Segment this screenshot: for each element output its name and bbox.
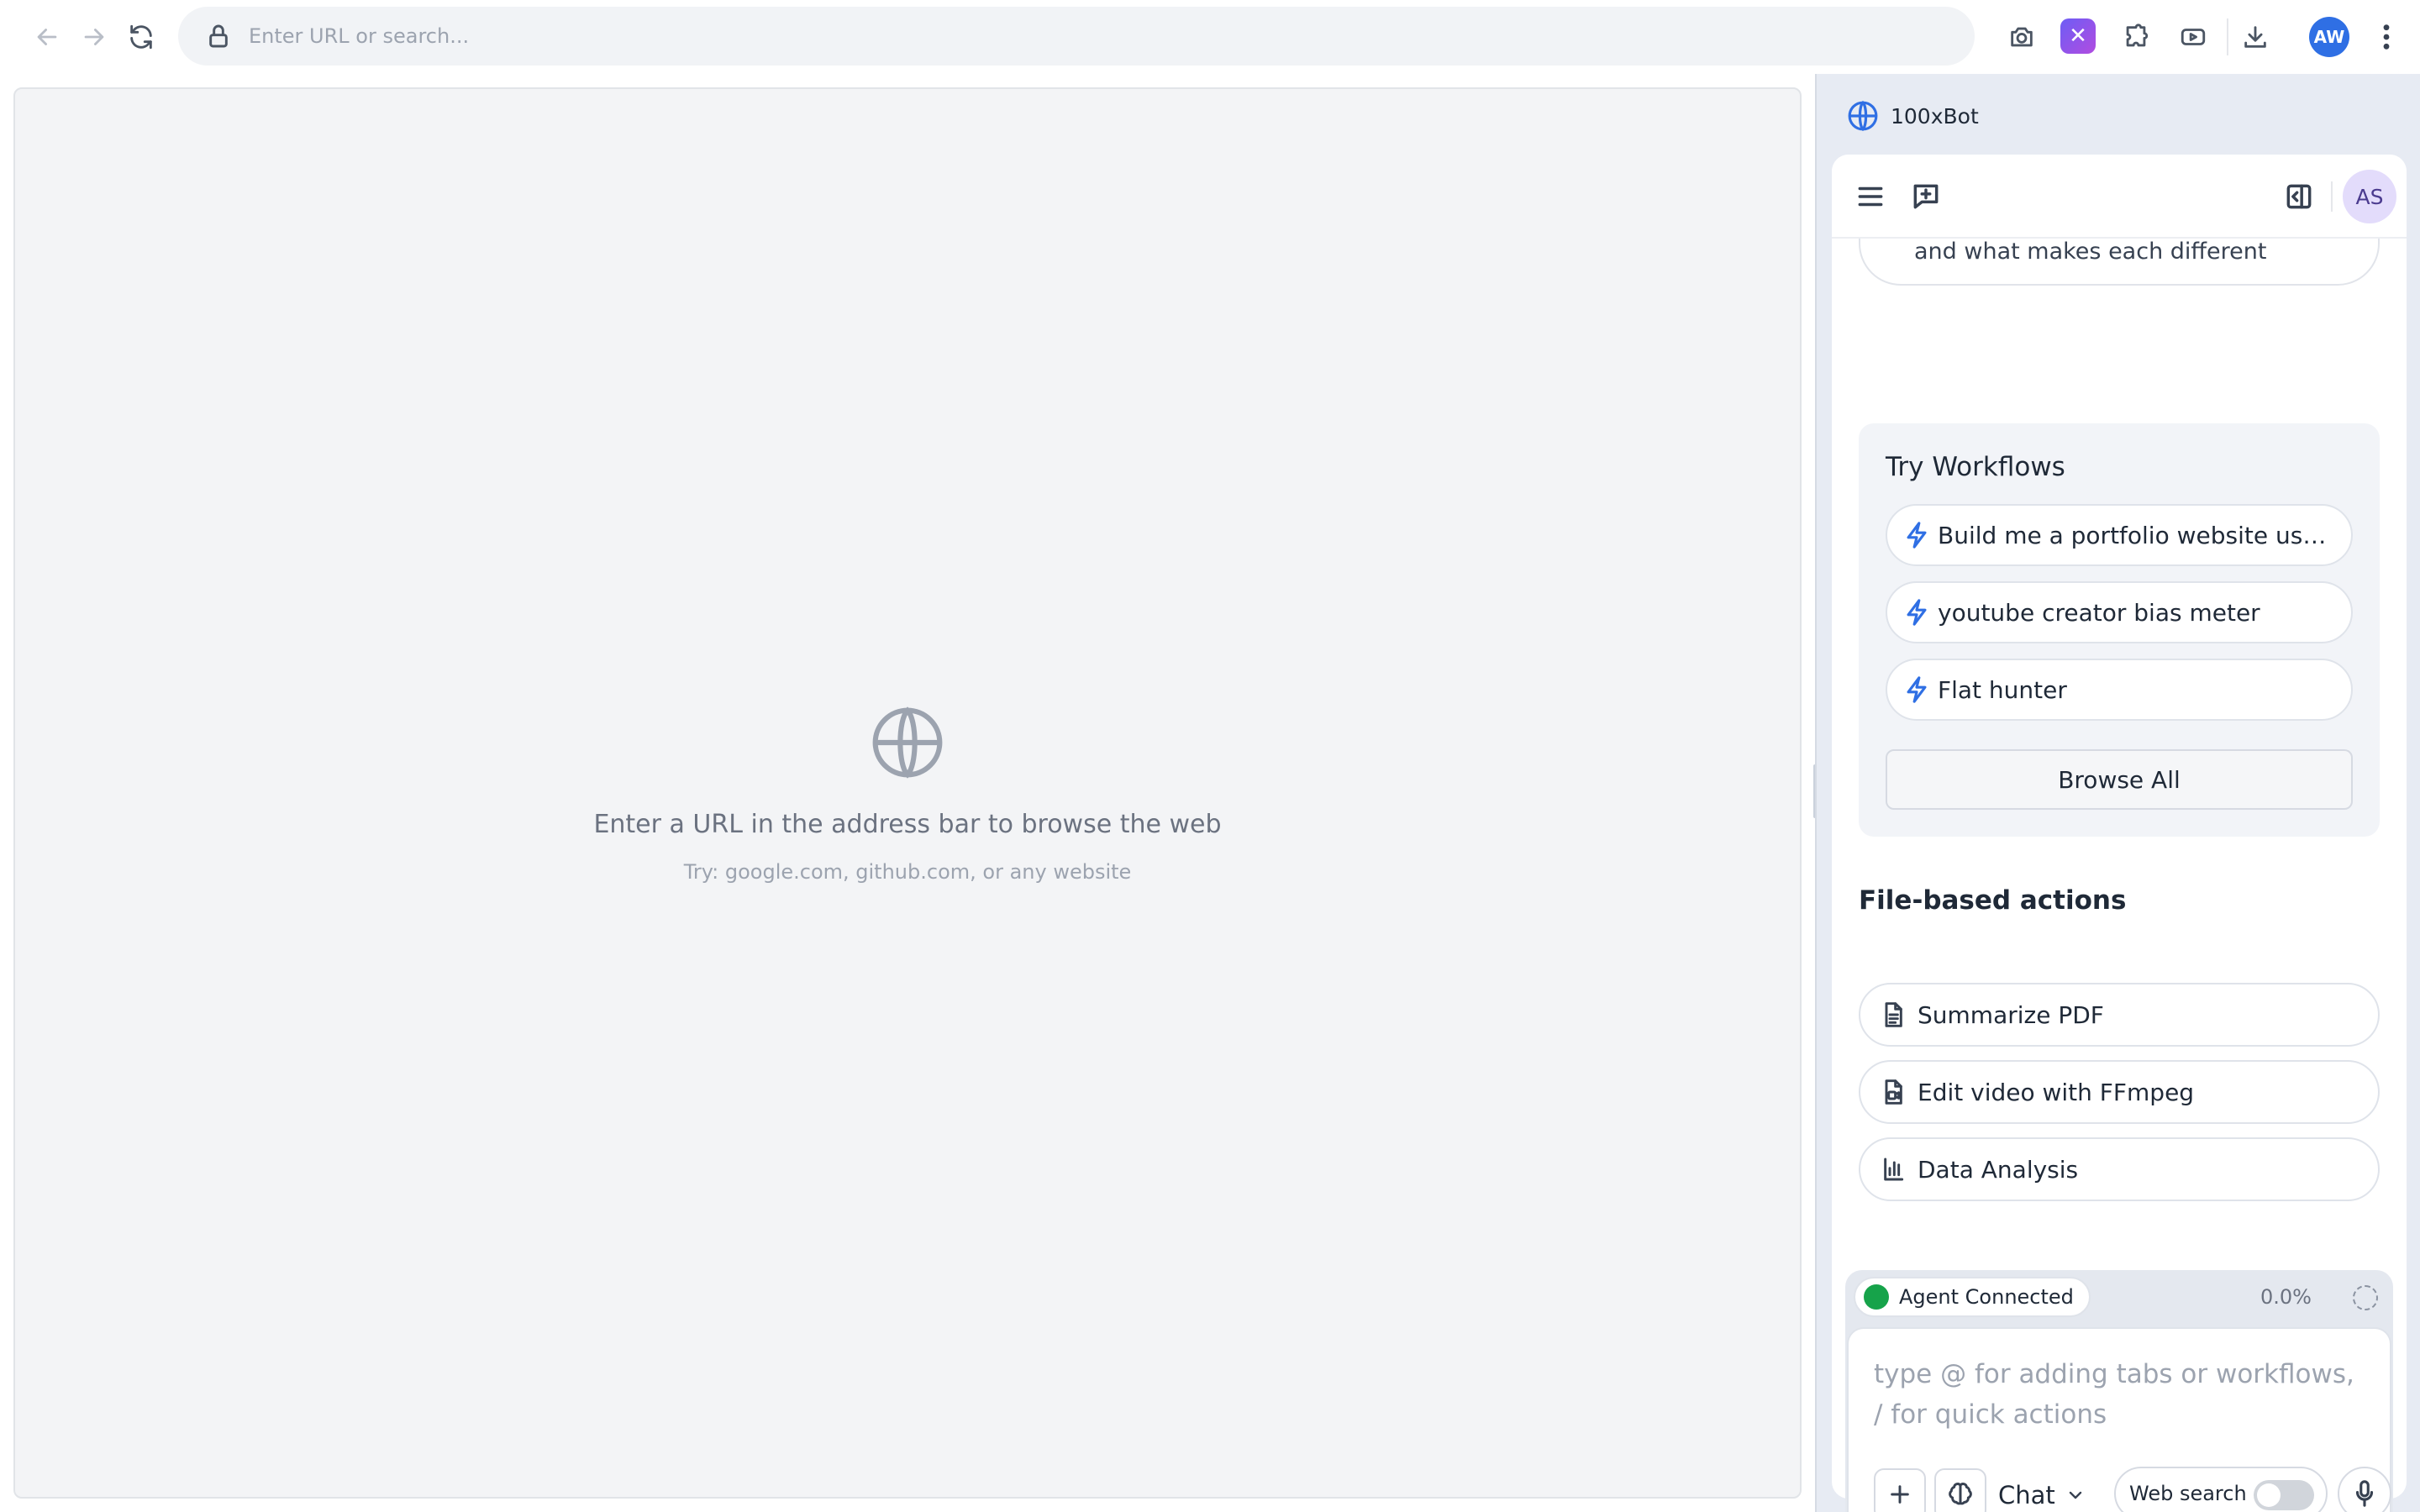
browse-all-button[interactable]: Browse All bbox=[1886, 749, 2353, 810]
url-input[interactable] bbox=[249, 24, 1845, 48]
lightning-icon bbox=[1907, 522, 1927, 549]
mode-selector[interactable]: Chat bbox=[1998, 1472, 2086, 1512]
spinner-icon bbox=[2353, 1285, 2378, 1310]
model-button[interactable] bbox=[1934, 1468, 1986, 1512]
file-action-summarize-pdf[interactable]: Summarize PDF bbox=[1859, 983, 2380, 1047]
status-dot-icon bbox=[1864, 1284, 1889, 1310]
workflow-label: Build me a portfolio website using li... bbox=[1938, 521, 2333, 549]
workflows-section: Try Workflows Build me a portfolio websi… bbox=[1859, 423, 2380, 837]
empty-state-hint: Try: google.com, github.com, or any webs… bbox=[683, 860, 1132, 884]
voice-input-button[interactable] bbox=[2338, 1467, 2391, 1512]
file-action-edit-video[interactable]: Edit video with FFmpeg bbox=[1859, 1060, 2380, 1124]
workflow-label: youtube creator bias meter bbox=[1938, 598, 2260, 627]
video-icon bbox=[2181, 29, 2206, 45]
suggestion-chip[interactable]: name/URL and list their website, size, a… bbox=[1859, 239, 2380, 286]
attach-button[interactable] bbox=[1874, 1468, 1926, 1512]
assistant-side-panel: 100xBot AS name/URL and list their websi… bbox=[1815, 74, 2420, 1512]
menu-toggle-button[interactable] bbox=[1849, 175, 1892, 218]
menu-button[interactable] bbox=[2370, 13, 2403, 60]
app-name: 100xBot bbox=[1891, 103, 1979, 129]
empty-state-title: Enter a URL in the address bar to browse… bbox=[593, 810, 1222, 839]
extension-x-icon: ✕ bbox=[2069, 24, 2087, 49]
lightning-icon bbox=[1907, 676, 1927, 703]
lightning-icon bbox=[1907, 599, 1927, 626]
agent-status-text: Agent Connected bbox=[1899, 1285, 2074, 1309]
forward-button[interactable] bbox=[71, 13, 118, 60]
download-icon bbox=[2244, 26, 2266, 48]
agent-status-badge: Agent Connected bbox=[1854, 1277, 2091, 1317]
workflow-item[interactable]: youtube creator bias meter bbox=[1886, 581, 2353, 643]
web-search-control: Web search bbox=[2114, 1467, 2328, 1512]
web-content-area bbox=[13, 87, 1802, 1499]
suggestion-chip-text: name/URL and list their website, size, a… bbox=[1914, 239, 2267, 265]
web-search-label: Web search bbox=[2129, 1482, 2247, 1505]
camera-icon bbox=[2011, 27, 2033, 47]
toggle-knob bbox=[2257, 1483, 2281, 1507]
kebab-menu-icon bbox=[2383, 24, 2390, 50]
brain-icon bbox=[1949, 1483, 1972, 1505]
workflows-title: Try Workflows bbox=[1886, 452, 2065, 482]
new-chat-icon bbox=[1913, 184, 1939, 209]
file-action-label: Summarize PDF bbox=[1918, 1000, 2104, 1029]
header-separator bbox=[2331, 181, 2333, 212]
assistant-header: AS bbox=[1832, 155, 2407, 239]
browser-toolbar: ✕ AW bbox=[0, 0, 2420, 74]
bar-chart-icon bbox=[1884, 1158, 1904, 1181]
message-input[interactable]: type @ for adding tabs or workflows, / f… bbox=[1847, 1327, 2391, 1512]
collapse-panel-button[interactable] bbox=[2277, 175, 2321, 218]
workflow-item[interactable]: Build me a portfolio website using li... bbox=[1886, 504, 2353, 566]
address-bar[interactable] bbox=[178, 7, 1975, 66]
lock-icon bbox=[205, 23, 232, 50]
microphone-icon bbox=[2355, 1480, 2374, 1507]
message-placeholder: type @ for adding tabs or workflows, / f… bbox=[1874, 1359, 2354, 1430]
composer: Agent Connected 0.0% type @ for adding t… bbox=[1845, 1270, 2393, 1512]
document-icon bbox=[1885, 1002, 1902, 1027]
assistant-scroll-area[interactable]: name/URL and list their website, size, a… bbox=[1832, 239, 2407, 1347]
file-action-label: Edit video with FFmpeg bbox=[1918, 1078, 2195, 1106]
file-action-label: Data Analysis bbox=[1918, 1155, 2079, 1184]
reload-icon bbox=[130, 24, 152, 50]
back-arrow-icon bbox=[37, 29, 57, 45]
chevron-down-icon bbox=[2069, 1491, 2081, 1499]
mode-label: Chat bbox=[1998, 1481, 2055, 1509]
hamburger-icon bbox=[1858, 186, 1883, 207]
puzzle-icon bbox=[2126, 24, 2149, 47]
back-button[interactable] bbox=[24, 13, 71, 60]
toolbar-separator bbox=[2227, 18, 2228, 55]
workflow-label: Flat hunter bbox=[1938, 675, 2067, 704]
plus-icon bbox=[1891, 1485, 1909, 1504]
extension-x-button[interactable]: ✕ bbox=[2060, 18, 2096, 54]
user-avatar[interactable]: AS bbox=[2343, 170, 2396, 223]
collapse-panel-icon bbox=[2286, 184, 2312, 209]
forward-arrow-icon bbox=[84, 29, 104, 45]
globe-icon bbox=[1848, 100, 1878, 132]
media-button[interactable] bbox=[2170, 13, 2217, 60]
progress-percent: 0.0% bbox=[2260, 1285, 2312, 1309]
screenshot-button[interactable] bbox=[1998, 13, 2045, 60]
web-search-toggle[interactable] bbox=[2254, 1480, 2314, 1510]
extensions-button[interactable] bbox=[2112, 13, 2160, 60]
downloads-button[interactable] bbox=[2232, 13, 2279, 60]
video-file-icon bbox=[1885, 1079, 1902, 1105]
new-chat-button[interactable] bbox=[1904, 175, 1948, 218]
file-action-data-analysis[interactable]: Data Analysis bbox=[1859, 1137, 2380, 1201]
file-actions-title: File-based actions bbox=[1859, 885, 2127, 916]
globe-icon bbox=[869, 704, 946, 781]
profile-avatar[interactable]: AW bbox=[2309, 17, 2349, 57]
side-panel-header: 100xBot bbox=[1847, 97, 1979, 134]
reload-button[interactable] bbox=[118, 13, 165, 60]
workflow-item[interactable]: Flat hunter bbox=[1886, 659, 2353, 721]
